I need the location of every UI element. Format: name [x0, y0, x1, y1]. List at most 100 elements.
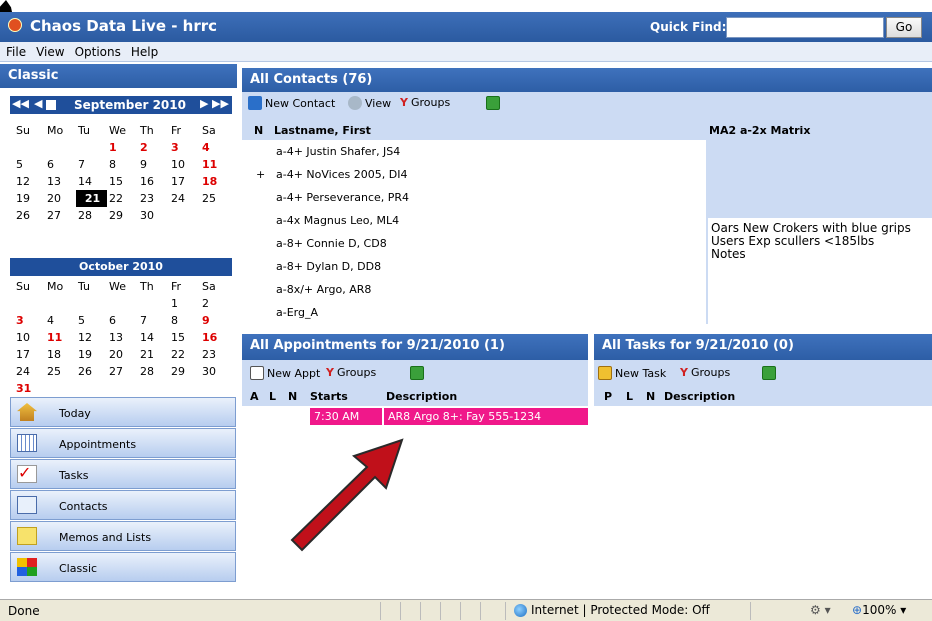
- calendar-day[interactable]: 28: [76, 207, 107, 224]
- calendar-day[interactable]: 8: [107, 156, 138, 173]
- calendar-day[interactable]: 16: [200, 329, 231, 346]
- contact-row[interactable]: a-8+ Dylan D, DD8: [242, 255, 704, 278]
- appt-description-cell[interactable]: AR8 Argo 8+: Fay 555-1234: [384, 408, 588, 425]
- calendar-day[interactable]: 2: [138, 139, 169, 156]
- next-month-icon[interactable]: ▶: [200, 97, 208, 110]
- calendar-day[interactable]: 17: [14, 346, 45, 363]
- calendar-day[interactable]: 3: [14, 312, 45, 329]
- calendar-day[interactable]: 9: [138, 156, 169, 173]
- calendar-day[interactable]: 22: [107, 190, 138, 207]
- calendar-day[interactable]: 21: [138, 346, 169, 363]
- appts-refresh-button[interactable]: [410, 366, 424, 380]
- calendar-day[interactable]: 10: [169, 156, 200, 173]
- contact-row[interactable]: a-8x/+ Argo, AR8: [242, 278, 704, 301]
- calendar-day[interactable]: 26: [76, 363, 107, 380]
- calendar-day[interactable]: 2: [200, 295, 231, 312]
- calendar-day[interactable]: 8: [169, 312, 200, 329]
- menu-view[interactable]: View: [30, 42, 68, 59]
- today-square-icon[interactable]: [46, 100, 56, 110]
- calendar-day[interactable]: 18: [45, 346, 76, 363]
- calendar-day[interactable]: 13: [45, 173, 76, 190]
- calendar-day[interactable]: 19: [76, 346, 107, 363]
- contact-row[interactable]: a-4+ Perseverance, PR4: [242, 186, 704, 209]
- calendar-day[interactable]: 18: [200, 173, 231, 190]
- calendar-day[interactable]: 12: [76, 329, 107, 346]
- column-p[interactable]: P: [604, 390, 612, 403]
- contact-row[interactable]: a-Erg_A: [242, 301, 704, 324]
- calendar-day[interactable]: 1: [107, 139, 138, 156]
- calendar-day[interactable]: 22: [169, 346, 200, 363]
- calendar-day[interactable]: 27: [45, 207, 76, 224]
- column-a[interactable]: A: [250, 390, 259, 403]
- contact-row[interactable]: a-4+ Justin Shafer, JS4: [242, 140, 704, 163]
- tasks-refresh-button[interactable]: [762, 366, 776, 380]
- calendar-day[interactable]: 10: [14, 329, 45, 346]
- calendar-day[interactable]: 25: [45, 363, 76, 380]
- calendar-day[interactable]: 25: [200, 190, 231, 207]
- calendar-day[interactable]: 29: [169, 363, 200, 380]
- calendar-day[interactable]: 20: [45, 190, 76, 207]
- calendar-day[interactable]: 9: [200, 312, 231, 329]
- nav-appointments-button[interactable]: Appointments: [10, 428, 236, 458]
- calendar-day[interactable]: 30: [138, 207, 169, 224]
- go-button[interactable]: Go: [886, 17, 922, 38]
- menu-file[interactable]: File: [0, 42, 30, 59]
- calendar-day[interactable]: 3: [169, 139, 200, 156]
- calendar-day[interactable]: 21: [76, 190, 107, 207]
- contact-row[interactable]: a-8+ Connie D, CD8: [242, 232, 704, 255]
- column-n[interactable]: N: [646, 390, 655, 403]
- calendar-day[interactable]: 12: [14, 173, 45, 190]
- calendar-day[interactable]: 4: [200, 139, 231, 156]
- calendar-day[interactable]: 23: [200, 346, 231, 363]
- column-n[interactable]: N: [254, 124, 263, 137]
- calendar-day[interactable]: 6: [45, 156, 76, 173]
- contact-row[interactable]: + a-4+ NoVices 2005, DI4: [242, 163, 704, 186]
- calendar-day[interactable]: 7: [76, 156, 107, 173]
- calendar-day[interactable]: 27: [107, 363, 138, 380]
- nav-memos-button[interactable]: Memos and Lists: [10, 521, 236, 551]
- calendar-day[interactable]: 15: [169, 329, 200, 346]
- nav-contacts-button[interactable]: Contacts: [10, 490, 236, 520]
- calendar-day[interactable]: 5: [14, 156, 45, 173]
- calendar-day[interactable]: 19: [14, 190, 45, 207]
- column-l[interactable]: L: [269, 390, 276, 403]
- appt-start-cell[interactable]: 7:30 AM: [310, 408, 382, 425]
- nav-classic-button[interactable]: Classic: [10, 552, 236, 582]
- prev-month-icon[interactable]: ◀: [34, 97, 42, 110]
- calendar-day[interactable]: 24: [14, 363, 45, 380]
- quick-find-input[interactable]: [726, 17, 884, 38]
- contact-row[interactable]: a-4x Magnus Leo, ML4: [242, 209, 704, 232]
- calendar-day[interactable]: 20: [107, 346, 138, 363]
- calendar-day[interactable]: 6: [107, 312, 138, 329]
- calendar-day[interactable]: 11: [45, 329, 76, 346]
- zoom-control[interactable]: ⊕100% ▾: [852, 603, 906, 617]
- contacts-refresh-button[interactable]: [486, 96, 500, 110]
- tasks-groups-button[interactable]: Y Groups: [680, 366, 730, 379]
- calendar-day[interactable]: 30: [200, 363, 231, 380]
- calendar-day[interactable]: 14: [76, 173, 107, 190]
- calendar-day[interactable]: 7: [138, 312, 169, 329]
- calendar-day[interactable]: 29: [107, 207, 138, 224]
- next-year-icon[interactable]: ▶▶: [212, 97, 229, 110]
- prev-year-icon[interactable]: ◀◀: [12, 97, 29, 110]
- contacts-groups-button[interactable]: Y Groups: [400, 96, 450, 109]
- calendar-day[interactable]: 13: [107, 329, 138, 346]
- calendar-day[interactable]: 11: [200, 156, 231, 173]
- column-lastname[interactable]: Lastname, First: [274, 124, 371, 137]
- calendar-day[interactable]: 16: [138, 173, 169, 190]
- calendar-day[interactable]: 15: [107, 173, 138, 190]
- menu-help[interactable]: Help: [125, 42, 162, 59]
- calendar-day[interactable]: 23: [138, 190, 169, 207]
- new-appt-button[interactable]: New Appt: [250, 366, 320, 380]
- protected-mode-icon[interactable]: ⚙ ▾: [810, 603, 831, 617]
- nav-today-button[interactable]: Today: [10, 397, 236, 427]
- calendar-day[interactable]: 1: [169, 295, 200, 312]
- new-contact-button[interactable]: New Contact: [248, 96, 335, 110]
- calendar-day[interactable]: 28: [138, 363, 169, 380]
- calendar-day[interactable]: 5: [76, 312, 107, 329]
- column-description[interactable]: Description: [386, 390, 457, 403]
- column-starts[interactable]: Starts: [310, 390, 348, 403]
- calendar-day[interactable]: 4: [45, 312, 76, 329]
- security-zone[interactable]: Internet | Protected Mode: Off: [514, 603, 710, 617]
- column-description[interactable]: Description: [664, 390, 735, 403]
